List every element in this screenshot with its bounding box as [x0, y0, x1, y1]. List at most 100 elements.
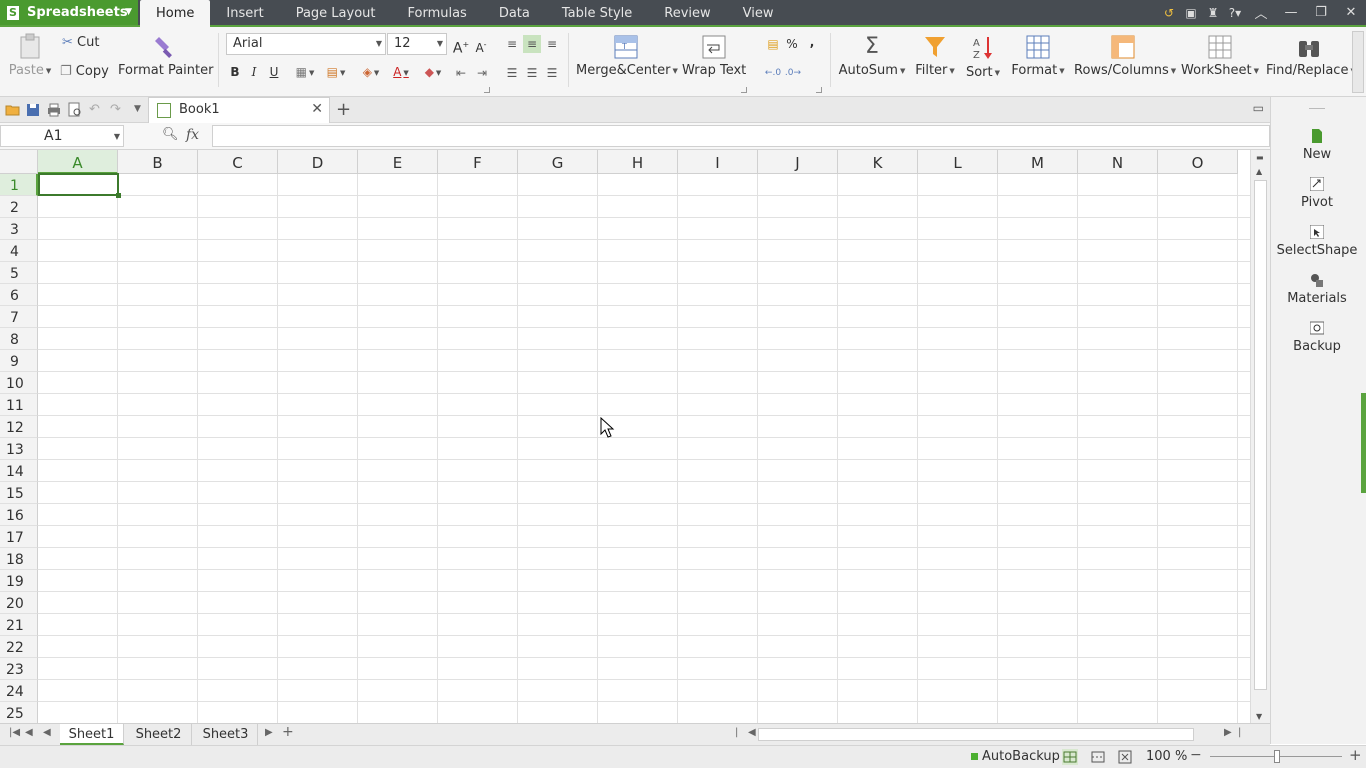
column-header-c[interactable]: C	[198, 150, 278, 174]
help-icon[interactable]: ?▾	[1224, 6, 1246, 20]
font-size-select[interactable]: 12 ▼	[387, 33, 447, 55]
add-sheet-icon[interactable]: +	[282, 724, 294, 740]
column-header-o[interactable]: O	[1158, 150, 1238, 174]
scroll-up-icon[interactable]: ▲	[1256, 167, 1262, 176]
split-handle-icon[interactable]: |	[735, 727, 738, 738]
column-header-b[interactable]: B	[118, 150, 198, 174]
row-header-20[interactable]: 20	[0, 592, 38, 614]
tab-view[interactable]: View	[727, 0, 790, 25]
sheet-tab[interactable]: Sheet1	[60, 724, 124, 745]
row-header-1[interactable]: 1	[0, 174, 38, 196]
cut-button[interactable]: ✂ Cut	[62, 35, 99, 50]
row-header-15[interactable]: 15	[0, 482, 38, 504]
column-header-e[interactable]: E	[358, 150, 438, 174]
row-header-10[interactable]: 10	[0, 372, 38, 394]
scroll-down-icon[interactable]: ▼	[1256, 712, 1262, 721]
column-header-g[interactable]: G	[518, 150, 598, 174]
cell-style-icon[interactable]: ▤ ▼	[322, 63, 350, 81]
prev-sheet-icon[interactable]: ◀	[25, 727, 33, 738]
column-header-f[interactable]: F	[438, 150, 518, 174]
task-materials-button[interactable]: Materials	[1271, 273, 1363, 306]
tab-table-style[interactable]: Table Style	[546, 0, 648, 25]
font-name-select[interactable]: Arial ▼	[226, 33, 386, 55]
align-center-icon[interactable]: ☰	[523, 64, 541, 82]
decrease-decimal-icon[interactable]: .0→	[784, 64, 802, 82]
task-pane-toggle[interactable]	[1361, 393, 1366, 493]
open-folder-icon[interactable]	[5, 102, 21, 118]
column-header-l[interactable]: L	[918, 150, 998, 174]
cells-area[interactable]	[38, 174, 1250, 723]
row-header-4[interactable]: 4	[0, 240, 38, 262]
workbook-tab[interactable]: Book1 ✕	[148, 97, 330, 123]
scroll-left-h-icon[interactable]: ◀	[748, 727, 756, 738]
alignment-dialog-launcher-icon[interactable]	[741, 87, 747, 93]
row-header-6[interactable]: 6	[0, 284, 38, 306]
decrease-font-icon[interactable]: A-	[472, 36, 490, 55]
row-header-13[interactable]: 13	[0, 438, 38, 460]
align-top-icon[interactable]: ≡	[503, 35, 521, 53]
align-right-icon[interactable]: ☰	[543, 64, 561, 82]
select-all-corner[interactable]	[0, 150, 38, 174]
copy-button[interactable]: ❐ Copy	[60, 64, 109, 79]
bold-button[interactable]: B	[226, 63, 244, 81]
row-header-25[interactable]: 25	[0, 702, 38, 723]
fullscreen-icon[interactable]	[1117, 749, 1133, 765]
format-painter-button[interactable]: Format Painter	[118, 35, 213, 78]
row-header-21[interactable]: 21	[0, 614, 38, 636]
row-header-7[interactable]: 7	[0, 306, 38, 328]
column-header-d[interactable]: D	[278, 150, 358, 174]
close-icon[interactable]: ✕	[1336, 5, 1366, 20]
font-color-icon[interactable]: A ▼	[388, 63, 414, 81]
align-middle-icon[interactable]: ≡	[523, 35, 541, 53]
fill-color-icon[interactable]: ◈ ▼	[358, 63, 384, 81]
sort-button[interactable]: AZ Sort ▼	[964, 35, 1002, 80]
vertical-scroll-thumb[interactable]	[1254, 180, 1267, 690]
zoom-slider-knob[interactable]	[1274, 750, 1280, 763]
sheet-tab[interactable]: Sheet2	[126, 724, 192, 745]
merge-center-button[interactable]: T Merge&Center ▼	[576, 35, 678, 78]
sheet-tab[interactable]: Sheet3	[194, 724, 258, 745]
sync-icon[interactable]: ↺	[1158, 6, 1180, 20]
app-menu-button[interactable]: S Spreadsheets ▼	[0, 0, 138, 25]
shirt-icon[interactable]: ♜	[1202, 6, 1224, 20]
fx-button[interactable]: fx	[186, 127, 199, 143]
minimize-icon[interactable]: —	[1276, 5, 1306, 20]
name-box[interactable]: A1 ▼	[0, 125, 124, 147]
normal-view-icon[interactable]	[1062, 749, 1078, 765]
first-sheet-icon[interactable]: |◀	[9, 727, 20, 738]
wrap-text-button[interactable]: Wrap Text	[682, 35, 746, 78]
scroll-end-icon[interactable]: |	[1238, 727, 1241, 738]
indent-increase-icon[interactable]: ⇥	[473, 64, 491, 82]
clear-format-icon[interactable]: ◆ ▼	[420, 63, 446, 81]
increase-font-icon[interactable]: A+	[452, 36, 470, 57]
horizontal-scroll-thumb[interactable]	[758, 728, 1194, 741]
column-header-k[interactable]: K	[838, 150, 918, 174]
task-new-button[interactable]: New	[1271, 129, 1363, 162]
zoom-slider[interactable]	[1210, 750, 1342, 763]
row-header-17[interactable]: 17	[0, 526, 38, 548]
page-break-view-icon[interactable]	[1090, 749, 1106, 765]
task-backup-button[interactable]: Backup	[1271, 321, 1363, 354]
column-header-j[interactable]: J	[758, 150, 838, 174]
font-dialog-launcher-icon[interactable]	[484, 87, 490, 93]
task-selectshape-button[interactable]: SelectShape	[1271, 225, 1363, 258]
active-cell[interactable]	[38, 173, 121, 198]
tab-formulas[interactable]: Formulas	[391, 0, 482, 25]
increase-decimal-icon[interactable]: ←.0	[764, 64, 782, 82]
column-header-i[interactable]: I	[678, 150, 758, 174]
formula-input[interactable]	[212, 125, 1270, 147]
tab-review[interactable]: Review	[648, 0, 726, 25]
scroll-right-h-icon[interactable]: ▶	[1224, 727, 1232, 738]
number-dialog-launcher-icon[interactable]	[816, 87, 822, 93]
autobackup-button[interactable]: AutoBackup	[968, 746, 1060, 768]
comma-button[interactable]: ,	[803, 33, 821, 51]
filter-button[interactable]: Filter ▼	[914, 35, 956, 78]
tab-data[interactable]: Data	[483, 0, 546, 25]
tab-insert[interactable]: Insert	[210, 0, 279, 25]
redo-icon[interactable]: ↷	[110, 102, 126, 118]
underline-button[interactable]: U	[265, 63, 283, 81]
percent-button[interactable]: %	[783, 35, 801, 53]
next-sheet-icon[interactable]: ▶	[265, 727, 273, 738]
italic-button[interactable]: I	[245, 63, 263, 81]
print-icon[interactable]	[46, 102, 62, 118]
